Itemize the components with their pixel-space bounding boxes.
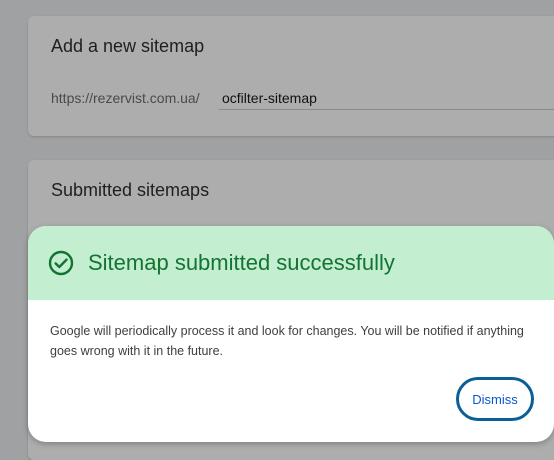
success-dialog: Sitemap submitted successfully Google wi… [28, 226, 554, 442]
dialog-message: Google will periodically process it and … [50, 324, 524, 358]
dialog-title: Sitemap submitted successfully [88, 250, 395, 275]
sitemap-url-prefix: https://rezervist.com.ua/ [51, 90, 200, 106]
sitemap-url-input[interactable]: ocfilter-sitemap [219, 86, 554, 110]
dismiss-button[interactable]: Dismiss [456, 377, 534, 421]
dialog-header: Sitemap submitted successfully [28, 226, 554, 300]
check-circle-icon [48, 250, 74, 276]
add-sitemap-title: Add a new sitemap [51, 36, 205, 56]
submitted-sitemaps-title: Submitted sitemaps [51, 180, 210, 200]
add-sitemap-card: Add a new sitemap https://rezervist.com.… [28, 16, 554, 136]
